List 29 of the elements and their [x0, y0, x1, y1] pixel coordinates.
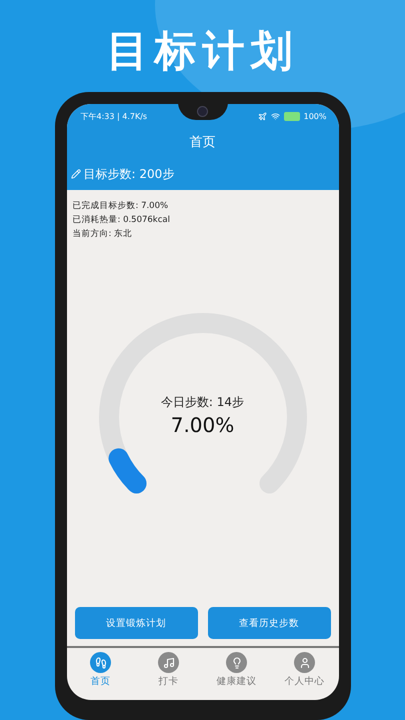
stat-line: 已完成目标步数: 7.00% — [72, 200, 170, 212]
action-button[interactable]: 查看历史步数 — [208, 607, 330, 639]
battery-icon — [284, 112, 300, 120]
goal-steps: 目标步数: 200步 — [84, 166, 174, 182]
stat-line: 当前方向: 东北 — [72, 228, 134, 240]
nav-label[interactable]: 首页 — [90, 675, 110, 688]
pencil-icon — [70, 169, 80, 179]
nav-label[interactable]: 个人中心 — [284, 675, 324, 688]
status-time: 下午4:33 | 4.7K/s — [80, 110, 148, 122]
stat-line: 已消耗热量: 0.5076kcal — [72, 214, 171, 226]
page-title: 首页 — [188, 134, 216, 152]
nav-icon[interactable] — [226, 652, 247, 673]
lightbulb-icon — [230, 656, 242, 668]
nav-icon[interactable] — [158, 652, 179, 673]
airplane-icon — [258, 112, 267, 120]
headline: 目标计划 — [106, 26, 298, 76]
camera-icon — [197, 106, 208, 116]
footprints-icon — [94, 656, 106, 668]
nav-label[interactable]: 健康建议 — [216, 675, 256, 688]
battery-level: 100% — [304, 112, 326, 120]
action-button[interactable]: 设置锻炼计划 — [74, 607, 198, 639]
nav-label[interactable]: 打卡 — [158, 675, 178, 688]
nav-icon[interactable] — [90, 652, 111, 673]
person-icon — [298, 656, 310, 668]
wifi-icon — [270, 112, 280, 120]
today-steps: 今日步数: 14步 — [160, 394, 244, 411]
nav-icon[interactable] — [294, 652, 315, 673]
progress-percent: 7.00% — [170, 413, 234, 437]
music-note-icon — [162, 656, 174, 668]
